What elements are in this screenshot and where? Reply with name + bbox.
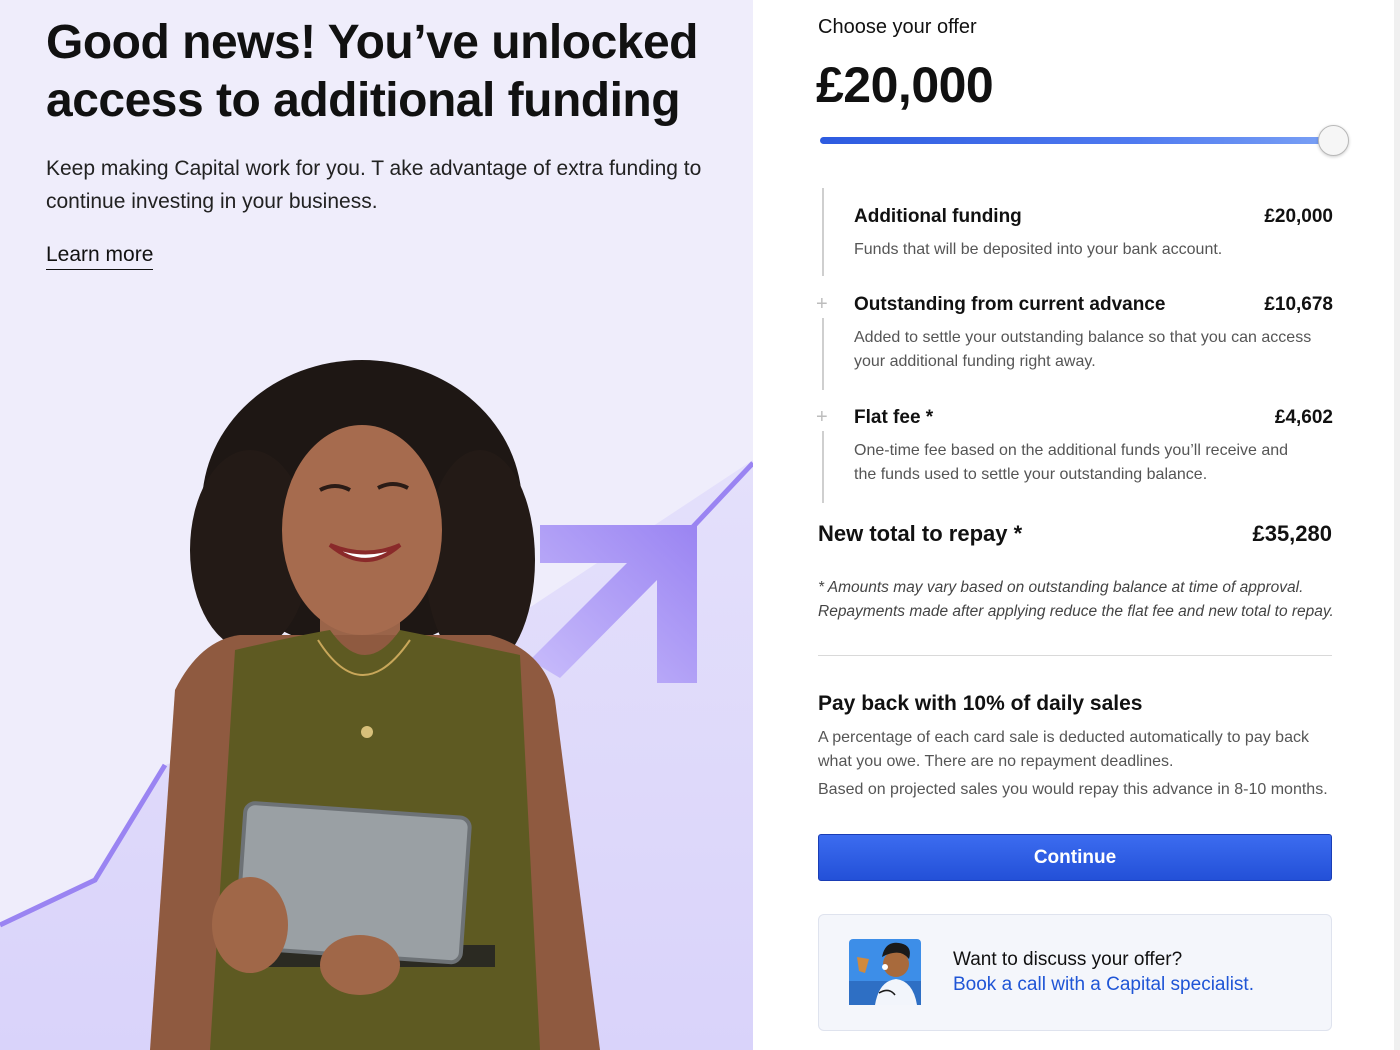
hero-description: Keep making Capital work for you. T ake … [46,157,702,213]
breakdown-row-additional-funding: Additional funding £20,000 [854,206,1333,228]
breakdown-connector [822,188,824,276]
book-call-link[interactable]: Book a call with a Capital specialist. [953,974,1254,996]
breakdown-row-flat-fee: Flat fee * £4,602 [854,407,1333,429]
breakdown-value: £4,602 [1274,407,1333,428]
scrollbar[interactable] [1394,0,1400,1050]
breakdown-value: £10,678 [1264,294,1333,315]
section-divider [818,655,1332,656]
payback-description: A percentage of each card sale is deduct… [818,729,1309,770]
total-to-repay: New total to repay * £35,280 [818,521,1332,547]
hero-illustration [0,360,753,1050]
discuss-offer-card: Want to discuss your offer? Book a call … [818,914,1332,1031]
payback-projection: Based on projected sales you would repay… [818,781,1328,798]
offer-panel: Choose your offer £20,000 + + Additional… [753,0,1400,1050]
person-photo [150,360,600,1050]
plus-icon: + [816,406,828,428]
specialist-avatar-icon [849,939,921,1005]
continue-button[interactable]: Continue [818,834,1332,881]
slider-handle[interactable] [1318,125,1349,156]
slider-track[interactable] [820,137,1345,144]
discuss-title: Want to discuss your offer? [953,949,1183,970]
breakdown-value: £20,000 [1264,206,1333,227]
total-label: New total to repay * [818,521,1023,546]
breakdown-connector [822,318,824,390]
breakdown-title: Additional funding [854,206,1022,227]
hero-panel: Good news! You’ve unlocked access to add… [0,0,753,1050]
learn-more-link[interactable]: Learn more [46,241,154,270]
total-value: £35,280 [1252,521,1332,546]
offer-amount-slider[interactable] [820,125,1349,157]
breakdown-title: Outstanding from current advance [854,294,1166,315]
breakdown-row-outstanding: Outstanding from current advance £10,678 [854,294,1333,316]
page-title: Good news! You’ve unlocked access to add… [46,16,699,127]
breakdown-description: One-time fee based on the additional fun… [854,442,1289,483]
breakdown-description: Funds that will be deposited into your b… [854,241,1223,258]
breakdown-connector [822,431,824,503]
breakdown-title: Flat fee * [854,407,934,428]
offer-amount: £20,000 [816,57,994,113]
amounts-footnote: * Amounts may vary based on outstanding … [818,579,1334,620]
payback-title: Pay back with 10% of daily sales [818,692,1143,715]
plus-icon: + [816,293,828,315]
offer-label: Choose your offer [818,16,977,38]
breakdown-description: Added to settle your outstanding balance… [854,329,1312,370]
